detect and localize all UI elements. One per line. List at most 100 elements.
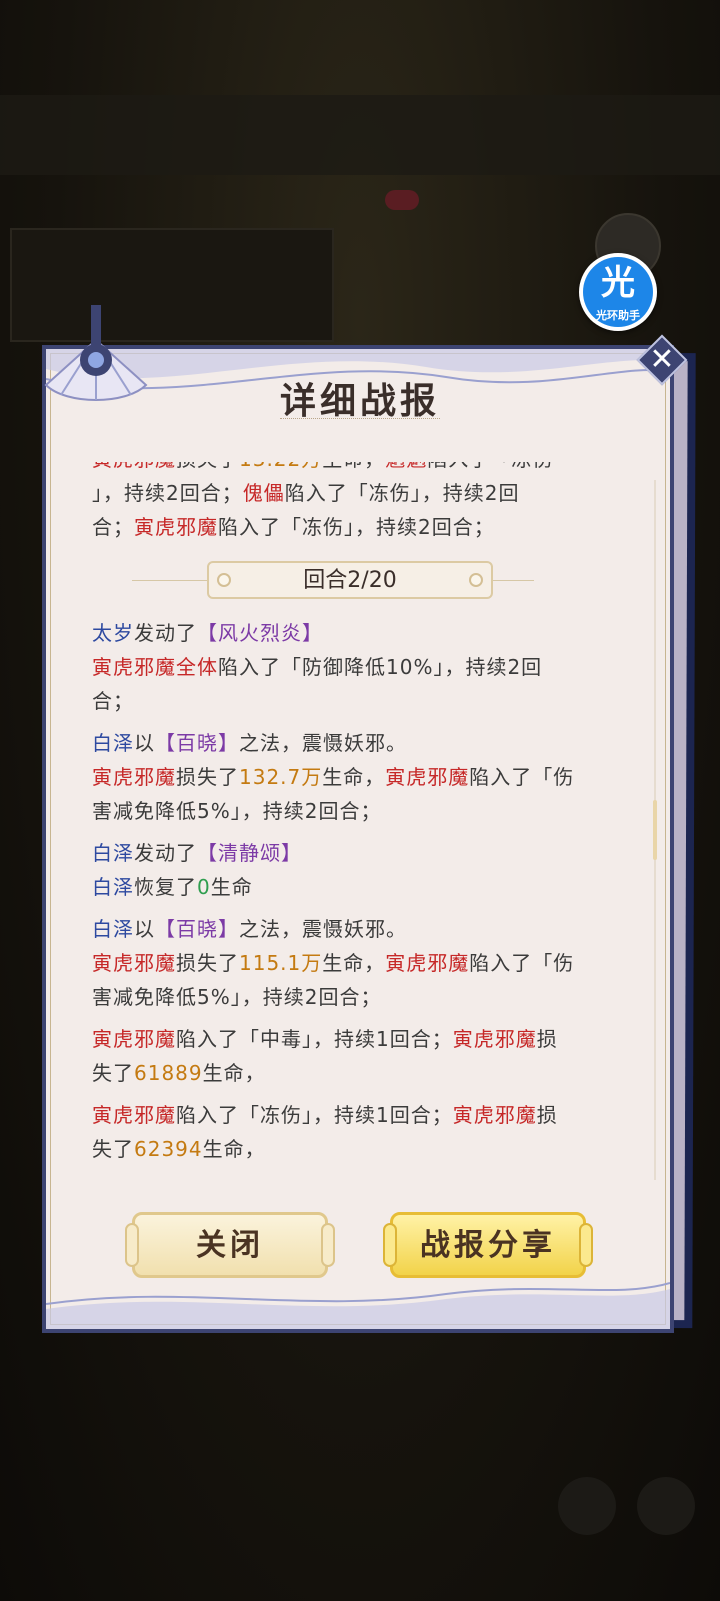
helper-badge[interactable]: 光 光环助手 bbox=[579, 253, 657, 331]
share-button-label: 战报分享 bbox=[420, 1228, 556, 1263]
log-segment: 132.7万 bbox=[239, 765, 323, 789]
log-segment: 损 bbox=[536, 1027, 558, 1051]
log-segment: 生命， bbox=[322, 951, 386, 975]
log-segment: 生命， bbox=[322, 765, 386, 789]
scrollbar-thumb[interactable] bbox=[653, 800, 657, 860]
close-button[interactable]: 关闭 bbox=[125, 1212, 335, 1278]
log-segment: 寅虎邪魔 bbox=[452, 1027, 537, 1051]
log-segment: 合； bbox=[92, 689, 134, 713]
log-segment: 之法，震慑妖邪。 bbox=[239, 731, 407, 755]
log-segment: 生命， bbox=[202, 1137, 266, 1161]
log-segment: 白泽 bbox=[92, 731, 134, 755]
log-line-partial: 寅虎邪魔损失了13.22万生命，魍魉陷入了「冻伤 bbox=[92, 462, 574, 476]
log-segment: 115.1万 bbox=[239, 951, 323, 975]
log-segment: 白泽 bbox=[92, 841, 134, 865]
close-icon: ✕ bbox=[649, 342, 675, 377]
page-title: 详细战报 bbox=[279, 380, 440, 422]
log-entry: 白泽发动了【清静颂】 白泽恢复了0生命 bbox=[92, 836, 574, 904]
log-segment: 61889 bbox=[134, 1061, 203, 1085]
log-line: 寅虎邪魔陷入了「中毒」，持续1回合；寅虎邪魔损 bbox=[92, 1022, 574, 1056]
log-segment: 发动了 bbox=[134, 621, 197, 645]
log-entry: 寅虎邪魔陷入了「冻伤」，持续1回合；寅虎邪魔损 失了62394生命， bbox=[92, 1098, 574, 1166]
log-segment: 陷入了「冻伤 bbox=[427, 462, 553, 471]
log-segment: 寅虎邪魔 bbox=[92, 1027, 176, 1051]
log-line: 寅虎邪魔损失了132.7万生命，寅虎邪魔陷入了「伤 bbox=[92, 760, 574, 794]
log-segment: 【百晓】 bbox=[155, 731, 239, 755]
log-segment: 生命， bbox=[322, 462, 385, 471]
log-segment: 寅虎邪魔 bbox=[452, 1103, 537, 1127]
log-segment: 寅虎邪魔 bbox=[92, 765, 176, 789]
log-segment: 以 bbox=[134, 917, 155, 941]
fan-emblem-icon bbox=[44, 305, 148, 401]
log-line: 失了61889生命， bbox=[92, 1056, 574, 1090]
round-divider: 回合2/20 bbox=[92, 560, 574, 602]
log-line: 合； bbox=[92, 684, 574, 718]
log-line: 寅虎邪魔损失了115.1万生命，寅虎邪魔陷入了「伤 bbox=[92, 946, 574, 980]
log-segment: 陷入了「伤 bbox=[469, 951, 575, 975]
log-line: 失了62394生命， bbox=[92, 1132, 574, 1166]
log-segment: 62394 bbox=[134, 1137, 203, 1161]
log-line-partial-2: 」，持续2回合；傀儡陷入了「冻伤」，持续2回 bbox=[92, 481, 520, 505]
log-segment: 损 bbox=[536, 1103, 558, 1127]
log-segment: 生命 bbox=[210, 875, 253, 899]
log-entries: 太岁发动了【风火烈炎】 寅虎邪魔全体陷入了「防御降低10%」，持续2回 合； 白泽以【… bbox=[92, 616, 574, 1166]
log-entry: 白泽以【百晓】之法，震慑妖邪。 寅虎邪魔损失了132.7万生命，寅虎邪魔陷入了「伤… bbox=[92, 726, 574, 828]
log-segment: 0 bbox=[197, 875, 211, 899]
log-line-partial-3: 合；寅虎邪魔陷入了「冻伤」，持续2回合； bbox=[92, 515, 495, 539]
log-segment: 损失了 bbox=[176, 462, 239, 471]
battle-log[interactable]: 寅虎邪魔损失了13.22万生命，魍魉陷入了「冻伤 」，持续2回合；傀儡陷入了「冻… bbox=[92, 462, 622, 1172]
log-segment: 以 bbox=[134, 731, 155, 755]
log-segment: 【风火烈炎】 bbox=[197, 621, 323, 645]
log-segment: 寅虎邪魔 bbox=[92, 462, 176, 471]
title-underline bbox=[280, 418, 440, 421]
background-notification-dot bbox=[385, 190, 419, 210]
log-line: 害减免降低5%」，持续2回合； bbox=[92, 980, 574, 1014]
log-segment: 损失了 bbox=[176, 951, 239, 975]
log-segment: 发动了 bbox=[134, 841, 197, 865]
helper-badge-char: 光 bbox=[601, 263, 635, 303]
log-segment: 陷入了「冻伤」，持续1回合； bbox=[176, 1103, 453, 1127]
log-segment: 陷入了「防御降低10%」，持续2回 bbox=[218, 655, 543, 679]
log-segment: 害减免降低5%」，持续2回合； bbox=[92, 799, 382, 823]
helper-badge-label: 光环助手 bbox=[596, 309, 640, 322]
log-segment: 白泽 bbox=[92, 917, 134, 941]
log-line: 白泽以【百晓】之法，震慑妖邪。 bbox=[92, 912, 574, 946]
background-bar bbox=[0, 95, 720, 175]
log-line: 白泽以【百晓】之法，震慑妖邪。 bbox=[92, 726, 574, 760]
log-segment: 失了 bbox=[92, 1137, 134, 1161]
log-segment: 寅虎邪魔全体 bbox=[92, 655, 218, 679]
log-segment: 13.22万 bbox=[239, 462, 322, 471]
close-button-label: 关闭 bbox=[196, 1228, 264, 1263]
log-segment: 寅虎邪魔 bbox=[385, 765, 470, 789]
background-round-button bbox=[558, 1477, 616, 1535]
log-segment: 太岁 bbox=[92, 621, 134, 645]
log-segment: 失了 bbox=[92, 1061, 134, 1085]
log-entry: 寅虎邪魔陷入了「中毒」，持续1回合；寅虎邪魔损 失了61889生命， bbox=[92, 1022, 574, 1090]
log-segment: 【清静颂】 bbox=[197, 841, 302, 865]
log-segment: 之法，震慑妖邪。 bbox=[239, 917, 407, 941]
close-x-button[interactable]: ✕ bbox=[636, 334, 688, 386]
log-segment: 寅虎邪魔 bbox=[385, 951, 470, 975]
log-segment: 损失了 bbox=[176, 765, 239, 789]
background-round-button bbox=[637, 1477, 695, 1535]
log-segment: 恢复了 bbox=[134, 875, 197, 899]
log-segment: 寅虎邪魔 bbox=[92, 951, 176, 975]
log-segment: 陷入了「伤 bbox=[469, 765, 575, 789]
share-report-button[interactable]: 战报分享 bbox=[383, 1212, 593, 1278]
log-segment: 【百晓】 bbox=[155, 917, 239, 941]
log-entry: 白泽以【百晓】之法，震慑妖邪。 寅虎邪魔损失了115.1万生命，寅虎邪魔陷入了「伤… bbox=[92, 912, 574, 1014]
log-segment: 陷入了「中毒」，持续1回合； bbox=[176, 1027, 453, 1051]
log-segment: 白泽 bbox=[92, 875, 134, 899]
log-line: 寅虎邪魔陷入了「冻伤」，持续1回合；寅虎邪魔损 bbox=[92, 1098, 574, 1132]
round-pill: 回合2/20 bbox=[207, 561, 493, 599]
log-entry: 太岁发动了【风火烈炎】 寅虎邪魔全体陷入了「防御降低10%」，持续2回 合； bbox=[92, 616, 574, 718]
log-line: 白泽恢复了0生命 bbox=[92, 870, 574, 904]
log-line: 寅虎邪魔全体陷入了「防御降低10%」，持续2回 bbox=[92, 650, 574, 684]
log-segment: 寅虎邪魔 bbox=[92, 1103, 176, 1127]
log-segment: 生命， bbox=[202, 1061, 266, 1085]
log-segment: 魍魉 bbox=[385, 462, 427, 471]
log-line: 害减免降低5%」，持续2回合； bbox=[92, 794, 574, 828]
round-label: 回合2/20 bbox=[303, 568, 397, 593]
log-segment: 害减免降低5%」，持续2回合； bbox=[92, 985, 382, 1009]
log-line: 太岁发动了【风火烈炎】 bbox=[92, 616, 574, 650]
